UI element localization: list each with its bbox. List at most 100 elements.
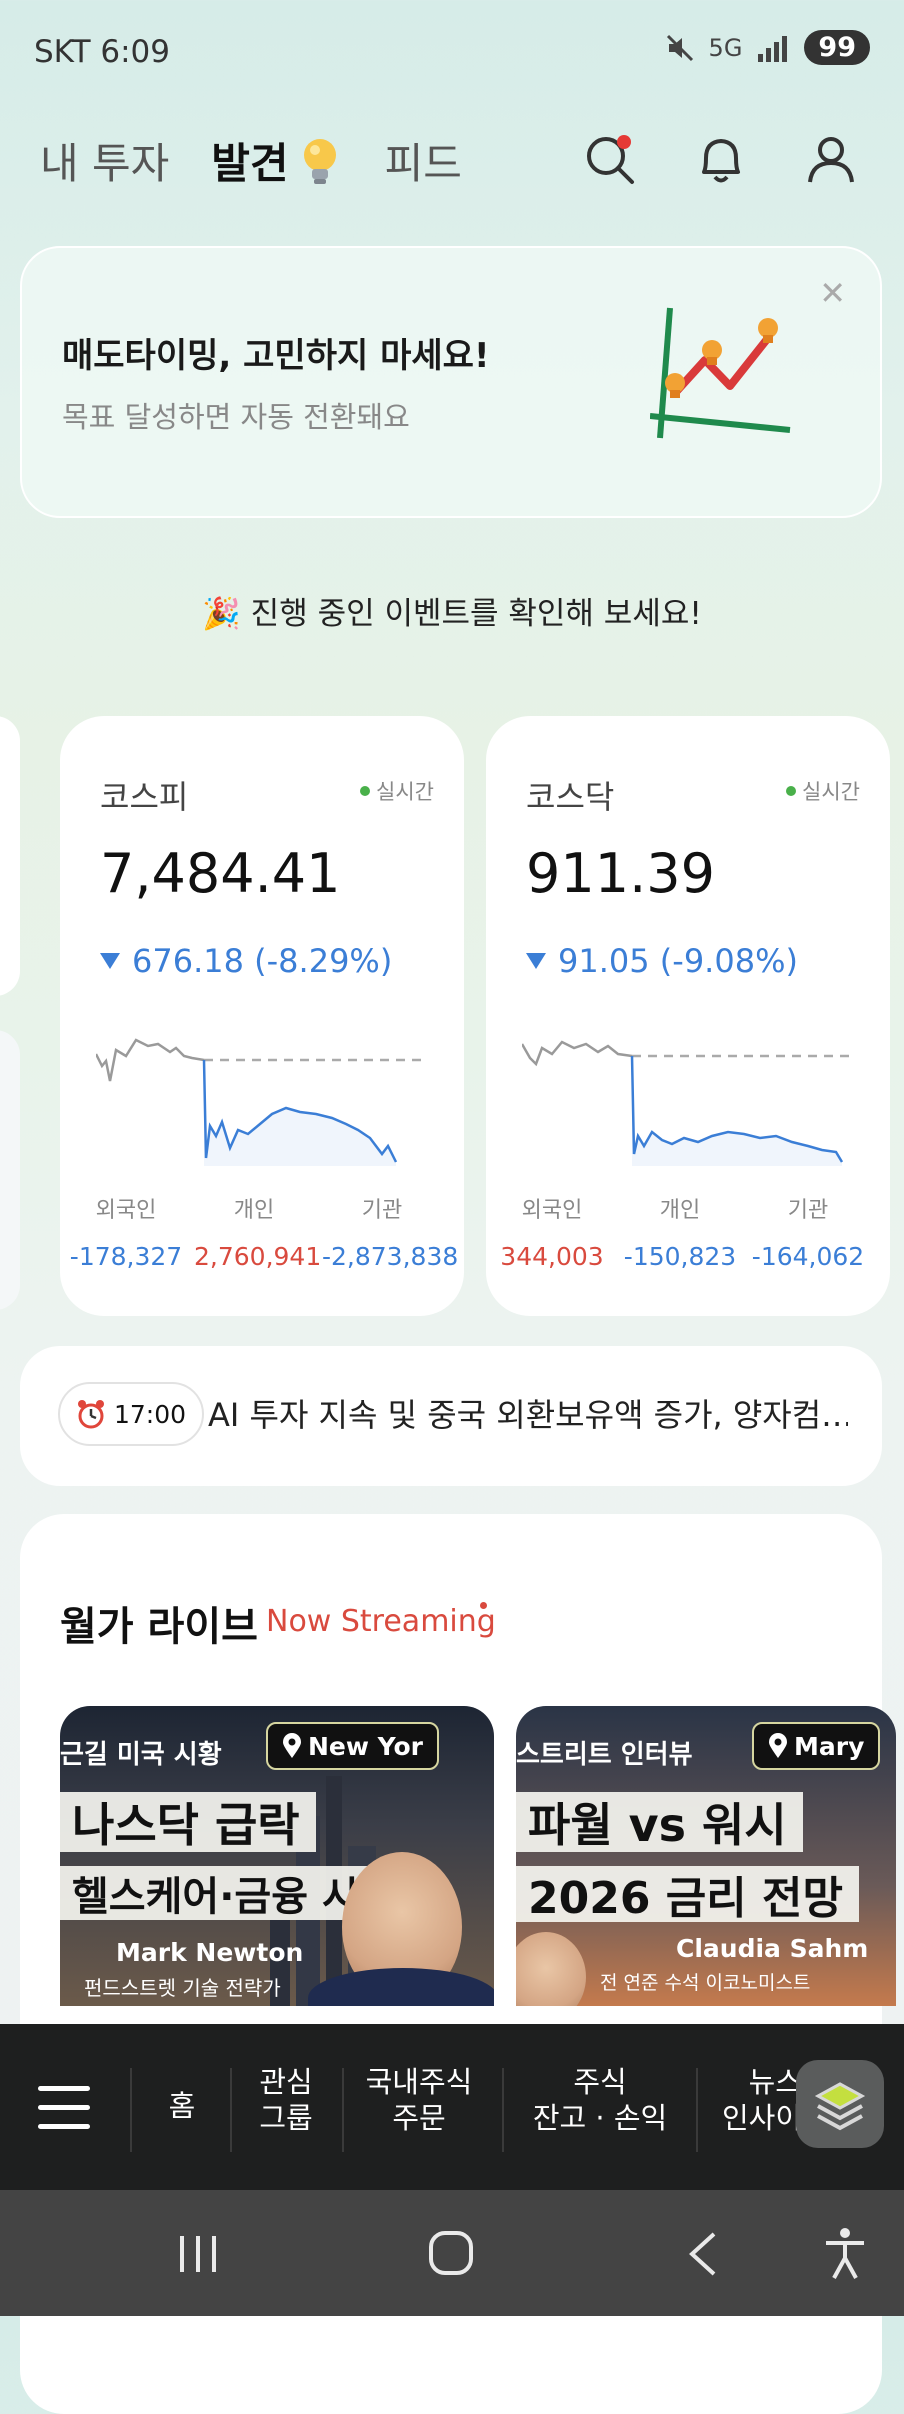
live-indicator-dot <box>480 1602 487 1609</box>
prev-card-peek-2[interactable] <box>0 1030 20 1310</box>
news-headline: AI 투자 지속 및 중국 외환보유액 증가, 양자컴… <box>208 1396 848 1434</box>
investor-institution: 기관 -2,873,838 <box>322 1192 459 1271</box>
user-icon[interactable] <box>802 130 860 188</box>
down-triangle-icon <box>100 953 120 969</box>
video-location: New Yor <box>308 1731 423 1761</box>
back-icon[interactable] <box>688 2232 718 2276</box>
investor-foreign: 외국인 344,003 <box>492 1192 612 1271</box>
realtime-label: 실시간 <box>376 780 434 804</box>
index-change: 676.18 (-8.29%) <box>100 942 392 980</box>
index-change: 91.05 (-9.08%) <box>526 942 798 980</box>
investor-individual: 개인 2,760,941 <box>194 1192 322 1271</box>
investor-value: -178,327 <box>69 1242 183 1271</box>
video-series-title: 근길 미국 시황 <box>60 1740 222 1770</box>
nav-watchlist[interactable]: 관심 그룹 <box>244 2064 328 2136</box>
prev-card-peek[interactable] <box>0 716 20 996</box>
video-banner-main: 나스닥 급락 <box>60 1792 316 1852</box>
header-actions <box>582 130 860 188</box>
video-location-badge: Mary <box>752 1722 881 1770</box>
network-label: 5G <box>708 33 743 62</box>
investor-label: 개인 <box>233 1198 275 1223</box>
tab-feed[interactable]: 피드 <box>385 130 462 191</box>
nav-domestic-order[interactable]: 국내주식 주문 <box>354 2064 484 2136</box>
presenter-name: Claudia Sahm <box>676 1934 869 1963</box>
nav-divider <box>230 2068 232 2152</box>
nav-divider <box>696 2068 698 2152</box>
index-value: 911.39 <box>526 842 715 905</box>
investor-value: -2,873,838 <box>322 1242 459 1271</box>
layers-button[interactable] <box>796 2060 884 2148</box>
investor-foreign: 외국인 -178,327 <box>66 1192 186 1271</box>
bell-icon[interactable] <box>692 130 750 188</box>
bottom-nav: 홈 관심 그룹 국내주식 주문 주식 잔고 · 손익 뉴스 인사이 <box>0 2024 904 2190</box>
status-time: SKT 6:09 <box>34 34 171 70</box>
promo-title: 매도타이밍, 고민하지 마세요! <box>62 336 490 376</box>
accessibility-icon[interactable] <box>822 2226 868 2280</box>
alarm-clock-icon <box>78 1400 104 1429</box>
nav-divider <box>342 2068 344 2152</box>
index-card-kosdaq[interactable]: 코스닥 실시간 911.39 91.05 (-9.08%) 외국인 344,003… <box>486 716 890 1316</box>
chart-pins-illustration <box>650 307 791 439</box>
tab-my-investment[interactable]: 내 투자 <box>40 130 169 191</box>
index-value: 7,484.41 <box>100 842 341 905</box>
video-thumbnail[interactable]: 스트리트 인터뷰 Mary 파월 vs 워시 2026 금리 전망 Claudi… <box>516 1706 896 2006</box>
section-title: 월가 라이브 <box>60 1604 258 1650</box>
status-icons: 5G 99 <box>665 30 870 65</box>
recent-apps-icon[interactable] <box>176 2234 220 2274</box>
top-tabs: 내 투자 발견 피드 <box>40 130 462 191</box>
investor-label: 기관 <box>787 1198 829 1223</box>
lightbulb-icon <box>303 138 336 184</box>
presenter-photo <box>516 1932 586 2006</box>
index-change-text: 91.05 (-9.08%) <box>558 942 798 980</box>
video-location: Mary <box>794 1731 865 1761</box>
index-change-text: 676.18 (-8.29%) <box>132 942 393 980</box>
live-dot <box>360 786 371 796</box>
index-name: 코스닥 <box>526 778 615 816</box>
index-name: 코스피 <box>100 778 189 816</box>
home-button-icon[interactable] <box>428 2230 474 2276</box>
video-location-badge: New Yor <box>266 1722 439 1770</box>
kosdaq-sparkline <box>522 1040 852 1166</box>
presenter-role: 전 연준 수석 이코노미스트 <box>600 1972 811 1994</box>
investor-institution: 기관 -164,062 <box>748 1192 868 1271</box>
investor-value: 2,760,941 <box>194 1242 322 1271</box>
realtime-label: 실시간 <box>802 780 860 804</box>
tab-discover[interactable]: 발견 <box>211 130 342 191</box>
nav-balance[interactable]: 주식 잔고 · 손익 <box>520 2064 680 2136</box>
location-pin-icon <box>769 1733 787 1758</box>
promo-subtitle: 목표 달성하면 자동 전환돼요 <box>62 400 410 434</box>
event-banner[interactable]: 🎉 진행 중인 이벤트를 확인해 보세요! <box>0 588 904 633</box>
event-text: 진행 중인 이벤트를 확인해 보세요! <box>250 596 702 632</box>
nav-divider <box>130 2068 132 2152</box>
news-ticker[interactable]: 17:00 AI 투자 지속 및 중국 외환보유액 증가, 양자컴… <box>20 1346 882 1486</box>
nav-news-insight[interactable]: 뉴스 인사이 <box>712 2064 802 2136</box>
video-thumbnail[interactable]: 근길 미국 시황 New Yor 나스닥 급락 헬스케어·금융 시작? Mark… <box>60 1706 494 2006</box>
menu-icon[interactable] <box>38 2086 90 2129</box>
live-dot <box>786 786 797 796</box>
nav-home[interactable]: 홈 <box>160 2088 204 2124</box>
signal-icon <box>758 35 788 62</box>
location-pin-icon <box>283 1733 301 1758</box>
news-time: 17:00 <box>114 1399 187 1429</box>
party-icon: 🎉 <box>202 596 241 632</box>
layers-icon <box>814 2082 866 2131</box>
video-series-title: 스트리트 인터뷰 <box>516 1740 693 1770</box>
realtime-badge: 실시간 <box>786 776 860 806</box>
investor-value: -150,823 <box>623 1242 737 1271</box>
investor-label: 개인 <box>659 1198 701 1223</box>
presenter-role: 펀드스트렛 기술 전략가 <box>84 1976 281 2000</box>
index-card-kospi[interactable]: 코스피 실시간 7,484.41 676.18 (-8.29%) 외국인 -178… <box>60 716 464 1316</box>
nav-divider <box>502 2068 504 2152</box>
news-time-badge: 17:00 <box>58 1382 205 1446</box>
promo-banner[interactable]: 매도타이밍, 고민하지 마세요! 목표 달성하면 자동 전환돼요 ✕ <box>20 246 882 518</box>
search-icon[interactable] <box>582 130 640 188</box>
kospi-sparkline <box>96 1038 426 1166</box>
presenter-name: Mark Newton <box>116 1938 304 1967</box>
investor-label: 외국인 <box>521 1198 583 1223</box>
system-nav-bar <box>0 2190 904 2316</box>
investor-value: 344,003 <box>500 1242 604 1271</box>
investor-label: 외국인 <box>95 1198 157 1223</box>
investor-individual: 개인 -150,823 <box>620 1192 740 1271</box>
now-streaming-label: Now Streaming <box>266 1604 496 1639</box>
close-icon[interactable]: ✕ <box>819 274 846 312</box>
